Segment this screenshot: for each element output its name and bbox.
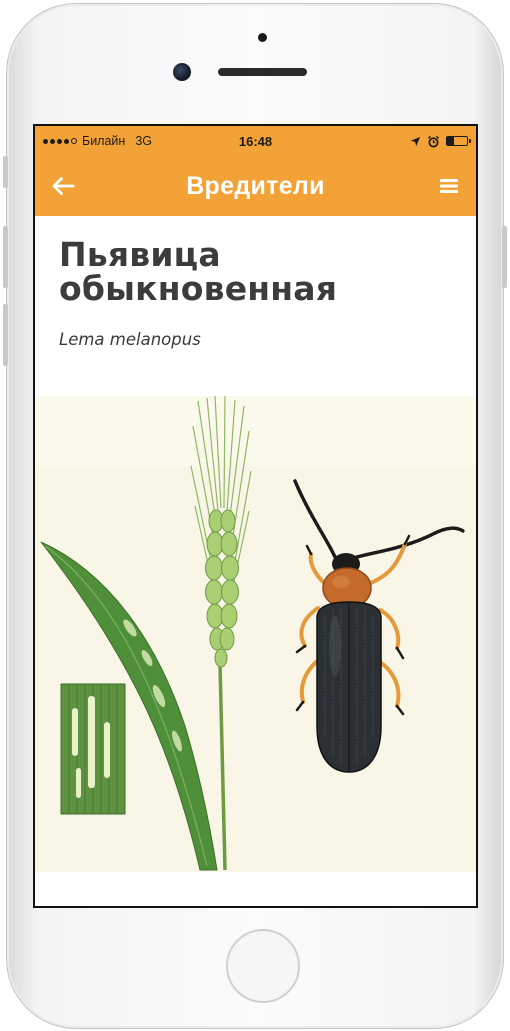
- pest-name: Пьявица обыкновенная: [59, 235, 338, 308]
- volume-down-button: [3, 304, 8, 366]
- app-screen: Билайн 3G 16:48 Вредители Пьявица обыкно…: [33, 124, 478, 908]
- power-button: [502, 226, 507, 288]
- page-title: Вредители: [186, 171, 325, 200]
- back-button[interactable]: [51, 176, 75, 196]
- mute-switch: [3, 156, 8, 188]
- leaf-damage-detail: [60, 683, 126, 815]
- navigation-bar: Вредители: [35, 156, 476, 216]
- alarm-clock-icon: [427, 135, 440, 147]
- network-type: 3G: [135, 134, 153, 148]
- proximity-sensor: [258, 33, 267, 42]
- carrier-name: Билайн: [82, 134, 126, 148]
- earpiece-speaker: [218, 68, 307, 76]
- front-camera: [173, 63, 191, 81]
- arrow-left-icon: [52, 177, 75, 195]
- battery-icon: [446, 136, 471, 146]
- status-bar: Билайн 3G 16:48: [35, 126, 476, 156]
- pest-details: Пьявица обыкновенная Lema melanopus: [35, 216, 476, 350]
- home-button[interactable]: [226, 929, 300, 1003]
- volume-up-button: [3, 226, 8, 288]
- location-arrow-icon: [410, 136, 421, 146]
- pest-illustration: [35, 396, 476, 872]
- menu-button[interactable]: [440, 178, 458, 194]
- signal-strength-icon: [43, 138, 77, 144]
- menu-icon: [440, 179, 458, 193]
- pest-latin-name: Lema melanopus: [59, 330, 201, 349]
